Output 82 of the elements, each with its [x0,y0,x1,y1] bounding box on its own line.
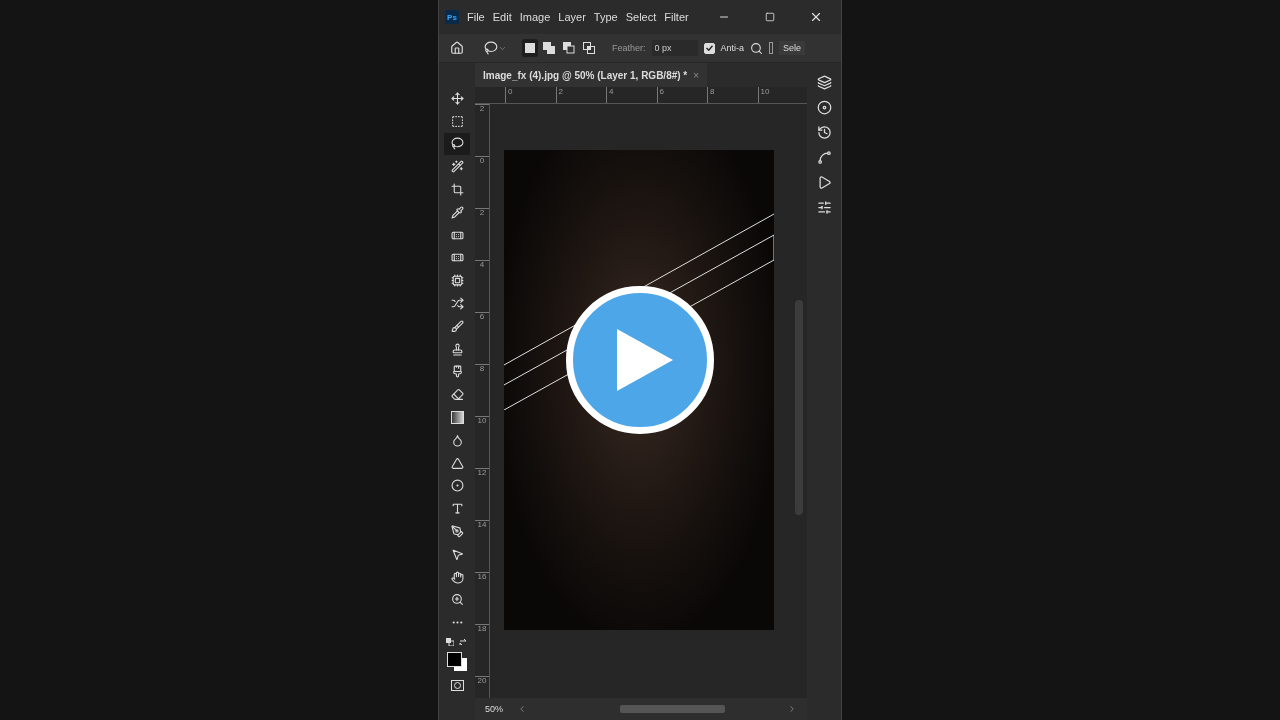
menu-item[interactable]: Select [625,11,657,23]
selection-mode-button[interactable] [580,39,598,57]
slot-icon [769,42,774,54]
magic-wand-icon [450,160,464,174]
menu-item[interactable]: Type [593,11,618,23]
overlapping-squares-icon [543,42,555,54]
app-logo: Ps [445,10,459,24]
text-icon [450,502,464,516]
search-icon[interactable] [750,41,764,55]
ruler-label: 8 [475,364,489,416]
selection-mode-button[interactable] [522,39,538,57]
ruler-label: 2 [475,208,489,260]
square-icon [525,43,535,53]
menu-item[interactable]: Layer [558,11,586,23]
ruler-label: 0 [475,156,489,208]
scrollbar-thumb[interactable] [619,705,725,713]
zoom-level: 50% [485,704,503,714]
anti-alias-label: Anti-a [720,43,745,53]
checkmark-icon [705,45,713,51]
eraser-icon [450,388,464,402]
disc-icon [816,100,832,115]
brush-icon [450,319,464,333]
ruler-label: 16 [475,572,489,624]
zoom-icon [450,593,464,607]
play-icon [816,175,832,190]
selection-mode-button[interactable] [540,39,558,57]
select-button[interactable]: Sele [779,41,806,55]
hand-icon [450,570,464,584]
ruler-label: 6 [656,87,707,103]
anti-alias-checkbox[interactable] [703,42,715,54]
lasso-icon [450,137,464,151]
sliders-icon [816,200,832,215]
crop-icon [450,183,464,197]
brush-icon [450,365,464,379]
droplet-icon [450,433,464,447]
feather-field[interactable]: 0 px [651,40,698,56]
ruler-label: 4 [606,87,657,103]
scroll-left-icon[interactable] [517,704,527,714]
close-icon [809,10,823,24]
lasso-icon [484,41,498,55]
ruler-label: 18 [475,624,489,676]
shuffle-arrows-icon [450,297,464,311]
ruler-label: 2 [555,87,606,103]
ruler-label: 4 [475,260,489,312]
history-icon [816,125,832,140]
scroll-right-icon[interactable] [787,704,797,714]
pen-icon [450,525,464,539]
overlapping-squares-icon [563,42,575,54]
ruler-label: 10 [475,416,489,468]
ruler-label: 12 [475,468,489,520]
ruler-label: 8 [707,87,758,103]
menu-item[interactable]: Image [519,11,551,23]
circle-dot-icon [450,479,464,493]
menu-item[interactable]: Edit [492,11,512,23]
stamp-icon [450,342,464,356]
layers-icon [816,75,832,90]
chip-icon [450,274,464,288]
document-tab[interactable]: Image_fx (4).jpg @ 50% (Layer 1, RGB/8#) * × [475,63,708,87]
play-icon [617,329,673,391]
swap-arrows-icon[interactable] [459,638,467,647]
quick-mask-icon[interactable] [450,680,464,692]
eyedropper-icon [450,205,464,219]
path-icon [816,150,832,165]
pointer-icon [450,547,464,561]
home-icon [450,41,464,55]
feather-label: Feather: [612,43,646,53]
move-icon [450,91,464,105]
ruler-label: 2 [475,104,489,156]
default-colors-icon[interactable] [446,638,454,647]
selection-mode-button[interactable] [560,39,578,57]
menu-item[interactable]: Filter [664,11,689,23]
ruler-label: 0 [505,87,556,103]
menu-item[interactable]: File [467,11,485,23]
overlapping-squares-icon [583,42,595,54]
ruler-label: 6 [475,312,489,364]
dashed-square-icon [450,114,464,128]
maximize-icon [765,12,775,22]
gradient-square-icon [450,411,464,425]
ruler-label: 14 [475,520,489,572]
foreground-color-swatch[interactable] [447,652,462,668]
triangle-icon [450,456,464,470]
tool-button[interactable] [444,132,470,156]
